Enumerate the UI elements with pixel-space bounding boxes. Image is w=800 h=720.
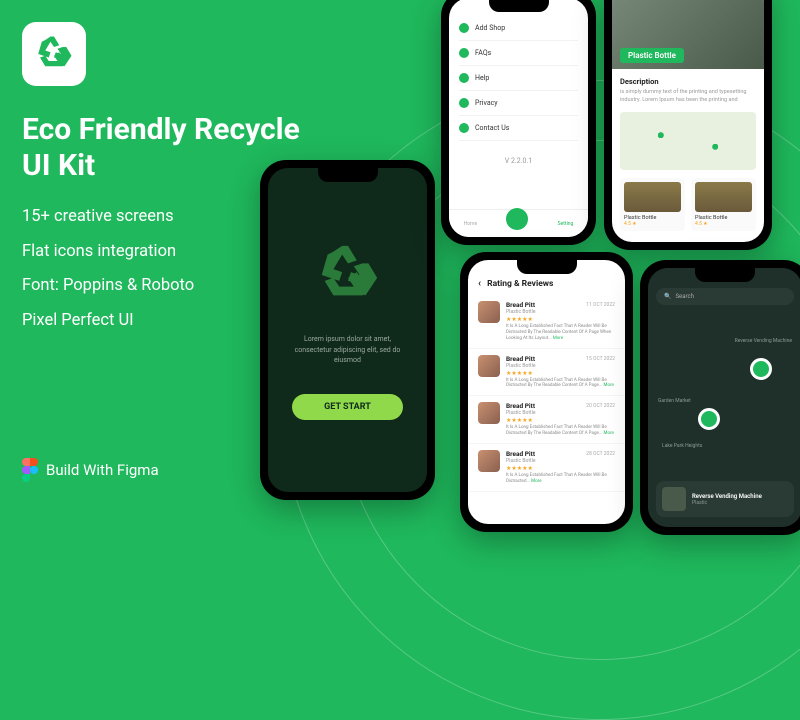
recycle-icon [313,240,383,310]
related-card[interactable]: Plastic Bottle 4.5 ★ [620,178,685,231]
review-item[interactable]: Bread Pitt 11 OCT 2022Plastic Bottle★★★★★… [468,295,625,349]
star-rating: ★★★★★ [506,316,615,323]
recycle-icon [33,33,75,75]
map-label: Garden Market [658,398,691,404]
reviewer-name: Bread Pitt [506,450,535,458]
back-icon[interactable]: ‹ [478,278,481,289]
card-image [624,182,681,212]
phone-notch [318,168,378,182]
reviewer-name: Bread Pitt [506,402,535,410]
avatar [478,450,500,472]
review-date: 11 OCT 2022 [586,302,615,308]
card-thumb [662,487,686,511]
settings-item-faqs[interactable]: FAQs [459,41,578,66]
avatar [478,402,500,424]
phone-mockup-detail: Plastic Bottle Description is simply dum… [604,0,772,250]
review-text: It Is A Long Established Fact That A Rea… [506,473,615,485]
reviewer-name: Bread Pitt [506,355,535,363]
review-subtitle: Plastic Bottle [506,458,615,464]
description-heading: Description [620,77,756,86]
app-logo-badge [22,22,86,86]
reviews-heading: Rating & Reviews [487,279,553,289]
feature-list: 15+ creative screens Flat icons integrat… [22,200,194,339]
map-pin[interactable] [698,408,720,430]
settings-item-add-shop[interactable]: Add Shop [459,16,578,41]
review-item[interactable]: Bread Pitt 15 OCT 2022Plastic Bottle★★★★★… [468,349,625,397]
review-item[interactable]: Bread Pitt 20 OCT 2022Plastic Bottle★★★★★… [468,396,625,444]
settings-item-contact[interactable]: Contact Us [459,116,578,141]
bottom-nav: Home Setting [449,209,588,237]
review-subtitle: Plastic Bottle [506,410,615,416]
card-subtitle: Plastic [692,500,762,506]
reviewer-name: Bread Pitt [506,301,535,309]
bullet-icon [459,23,469,33]
card-rating: 4.5 ★ [624,221,681,227]
bullet-icon [459,48,469,58]
nav-fab-button[interactable] [506,208,528,230]
map-label: Lake Park Heights [662,443,702,449]
card-title: Reverse Vending Machine [692,493,762,500]
review-subtitle: Plastic Bottle [506,363,615,369]
settings-item-privacy[interactable]: Privacy [459,91,578,116]
feature-item: Font: Poppins & Roboto [22,269,194,304]
map-bottom-card[interactable]: Reverse Vending Machine Plastic [656,481,794,517]
avatar [478,301,500,323]
search-input[interactable]: 🔍Search [656,288,794,305]
figma-label: Build With Figma [46,461,159,479]
headline-line2: UI Kit [22,148,300,184]
get-start-button[interactable]: GET START [292,394,403,420]
mini-map[interactable] [620,112,756,170]
review-subtitle: Plastic Bottle [506,309,615,315]
star-rating: ★★★★★ [506,417,615,424]
phone-mockup-map: 🔍Search Reverse Vending Machine Garden M… [640,260,800,535]
card-rating: 4.5 ★ [695,221,752,227]
review-date: 20 OCT 2022 [586,403,615,409]
detail-title-badge: Plastic Bottle [620,48,684,63]
review-date: 28 OCT 2022 [586,451,615,457]
feature-item: Flat icons integration [22,235,194,270]
onboarding-text: Lorem ipsum dolor sit amet, consectetur … [288,334,407,366]
phone-mockup-settings: Add Shop FAQs Help Privacy Contact Us V … [441,0,596,245]
star-rating: ★★★★★ [506,465,615,472]
review-date: 15 OCT 2022 [586,356,615,362]
nav-setting[interactable]: Setting [558,221,574,227]
figma-icon [22,458,38,482]
version-label: V 2.2.0.1 [459,157,578,165]
card-image [695,182,752,212]
review-item[interactable]: Bread Pitt 28 OCT 2022Plastic Bottle★★★★★… [468,444,625,492]
map-pin[interactable] [750,358,772,380]
avatar [478,355,500,377]
nav-home[interactable]: Home [464,221,477,227]
feature-item: Pixel Perfect UI [22,304,194,339]
settings-item-help[interactable]: Help [459,66,578,91]
review-text: It Is A Long Established Fact That A Rea… [506,425,615,437]
phone-notch [517,260,577,274]
related-card[interactable]: Plastic Bottle 4.5 ★ [691,178,756,231]
map-view[interactable]: 🔍Search Reverse Vending Machine Garden M… [648,268,800,527]
bullet-icon [459,73,469,83]
headline-line1: Eco Friendly Recycle [22,112,300,148]
feature-item: 15+ creative screens [22,200,194,235]
description-text: is simply dummy text of the printing and… [620,89,756,104]
phone-notch [489,0,549,12]
bullet-icon [459,123,469,133]
phone-mockup-reviews: ‹ Rating & Reviews Bread Pitt 11 OCT 2022… [460,252,633,532]
figma-badge: Build With Figma [22,458,159,482]
phone-notch [695,268,755,282]
headline: Eco Friendly Recycle UI Kit [22,112,300,184]
phone-mockup-onboarding: Lorem ipsum dolor sit amet, consectetur … [260,160,435,500]
map-label: Reverse Vending Machine [735,338,792,344]
detail-hero-image: Plastic Bottle [612,0,764,69]
review-text: It Is A Long Established Fact That A Rea… [506,378,615,390]
review-text: It Is A Long Established Fact That A Rea… [506,324,615,342]
star-rating: ★★★★★ [506,370,615,377]
bullet-icon [459,98,469,108]
search-icon: 🔍 [664,293,671,300]
